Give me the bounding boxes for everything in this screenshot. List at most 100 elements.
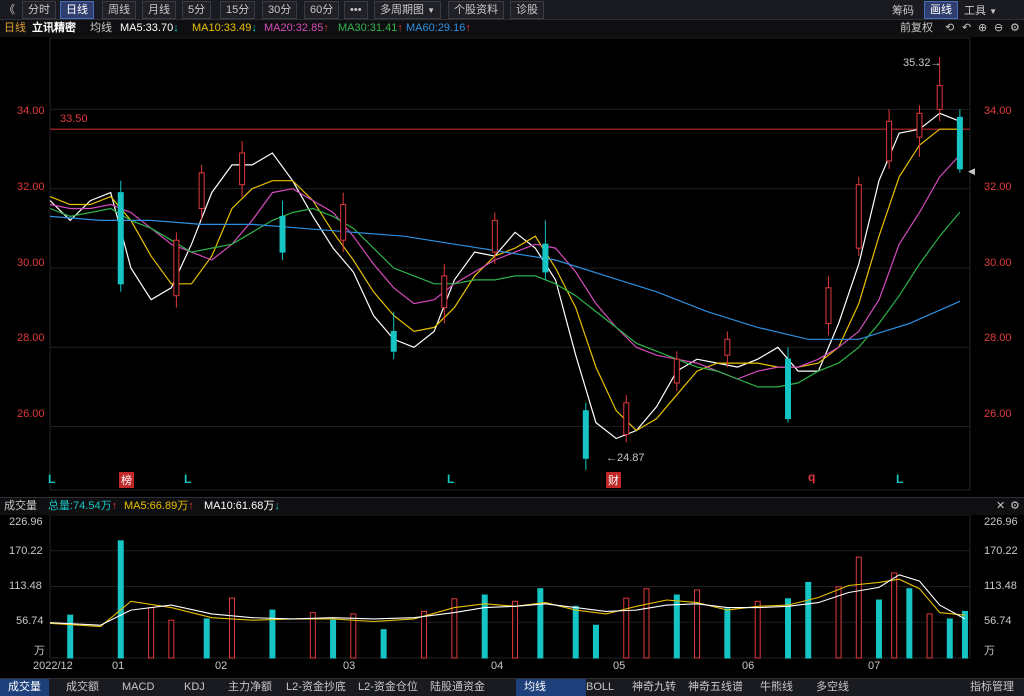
volume-bar [876, 599, 883, 659]
volume-bar [643, 588, 650, 659]
ytick-right: 26.00 [984, 408, 1012, 420]
volume-total-value: 总量:74.54万 [48, 500, 112, 512]
xaxis-label: 02 [215, 660, 228, 672]
chart-canvas[interactable] [0, 0, 1024, 695]
tab-main-net[interactable]: 主力净额 [220, 679, 280, 696]
candle-body [956, 116, 963, 170]
ytick-left: 32.00 [17, 181, 45, 193]
volume-bar [537, 588, 544, 659]
tab-turnover[interactable]: 成交额 [58, 679, 107, 696]
tab-macd[interactable]: MACD [114, 679, 162, 696]
tab-l2-position[interactable]: L2-资金仓位 [350, 679, 426, 696]
candle-body [198, 172, 205, 209]
volume-bar [694, 589, 701, 659]
candle-body [623, 402, 630, 435]
candle-body [117, 192, 124, 285]
tab-indicator-manage[interactable]: 指标管理 [962, 679, 1022, 696]
xaxis-label: 06 [742, 660, 755, 672]
ytick-left: 30.00 [17, 257, 45, 269]
gear-icon[interactable]: ⚙ [1010, 498, 1020, 515]
tab-boll[interactable]: BOLL [578, 679, 622, 696]
price-panel-frame [49, 37, 971, 491]
vol-ytick-left: 226.96 [9, 516, 43, 528]
vol-ytick-right: 226.96 [984, 516, 1018, 528]
vol-unit-right: 万 [984, 645, 995, 657]
last-price-marker: ◀ [968, 166, 975, 176]
event-marker[interactable]: q [808, 470, 815, 484]
event-marker[interactable]: L [184, 472, 191, 486]
event-marker[interactable]: L [48, 472, 55, 486]
volume-bar [754, 600, 761, 659]
close-icon[interactable]: ✕ [996, 498, 1005, 515]
volume-bar [380, 629, 387, 659]
arrow-up-icon: ↑ [111, 500, 118, 512]
tab-bull-bear[interactable]: 牛熊线 [752, 679, 801, 696]
volume-bar [835, 586, 842, 659]
candle-body [279, 215, 286, 253]
volume-bar [117, 540, 124, 659]
volume-bar [203, 618, 210, 659]
volume-ma10-line [49, 574, 966, 626]
tab-northbound[interactable]: 陆股通资金 [422, 679, 493, 696]
candle-body [724, 338, 731, 356]
candle-body [825, 287, 832, 324]
vol-ytick-left: 170.22 [9, 545, 43, 557]
tab-ma[interactable]: 均线 [516, 679, 586, 696]
max-price-label: 35.32→ [903, 57, 942, 69]
ytick-left: 28.00 [17, 332, 45, 344]
tab-magic-five[interactable]: 神奇五线谱 [680, 679, 751, 696]
volume-bar [330, 619, 337, 659]
volume-bar [623, 597, 630, 659]
candle-body [390, 330, 397, 352]
xaxis-label: 2022/12 [33, 660, 73, 672]
volume-bar [946, 618, 953, 659]
xaxis-label: 03 [343, 660, 356, 672]
ma-line-ma10 [49, 128, 960, 432]
volume-bar [228, 597, 235, 659]
tab-kdj[interactable]: KDJ [176, 679, 213, 696]
volume-bar [269, 609, 276, 659]
volume-bar [724, 608, 731, 659]
ytick-right: 28.00 [984, 332, 1012, 344]
volume-title: 成交量 [4, 500, 37, 512]
arrow-down-icon: ↓ [274, 500, 280, 512]
volume-total: 总量:74.54万↑ [48, 498, 117, 515]
volume-header: 成交量 总量:74.54万↑ MA5:66.89万↑ MA10:61.68万↓ … [0, 497, 1024, 515]
volume-bar [891, 572, 898, 659]
volume-bar [926, 613, 933, 659]
tab-volume[interactable]: 成交量 [0, 679, 49, 696]
arrow-up-icon: ↑ [188, 500, 194, 512]
min-price-value: 24.87 [617, 452, 645, 464]
tab-magic-nine[interactable]: 神奇九转 [624, 679, 684, 696]
max-price-value: 35.32 [903, 57, 931, 69]
volume-bar [168, 619, 175, 659]
tab-l2-bottom[interactable]: L2-资金抄底 [278, 679, 354, 696]
candle-body [855, 184, 862, 249]
candle-body [886, 120, 893, 162]
event-marker[interactable]: 榜 [119, 472, 134, 488]
candle-body [673, 358, 680, 384]
vol-ytick-left: 113.48 [9, 580, 42, 592]
ytick-left: 26.00 [17, 408, 45, 420]
volume-ma10-value: MA10:61.68万 [204, 500, 275, 512]
candle-body [239, 152, 246, 186]
event-marker[interactable]: L [896, 472, 903, 486]
volume-bar [906, 588, 913, 659]
hline-label: 33.50 [60, 113, 88, 125]
xaxis-label: 04 [491, 660, 504, 672]
ytick-right: 32.00 [984, 181, 1012, 193]
candle-body [542, 243, 549, 273]
volume-ma10: MA10:61.68万↓ [204, 498, 280, 515]
candle-body [441, 275, 448, 309]
event-marker[interactable]: L [447, 472, 454, 486]
volume-bar [421, 610, 428, 659]
candle-body [173, 239, 180, 297]
tab-long-short[interactable]: 多空线 [808, 679, 857, 696]
event-marker[interactable]: 财 [606, 472, 621, 488]
volume-ma5-value: MA5:66.89万 [124, 500, 189, 512]
vol-ytick-right: 56.74 [984, 615, 1012, 627]
ytick-right: 30.00 [984, 257, 1012, 269]
volume-bar [67, 614, 74, 659]
candle-body [340, 204, 347, 241]
volume-bar [855, 556, 862, 659]
